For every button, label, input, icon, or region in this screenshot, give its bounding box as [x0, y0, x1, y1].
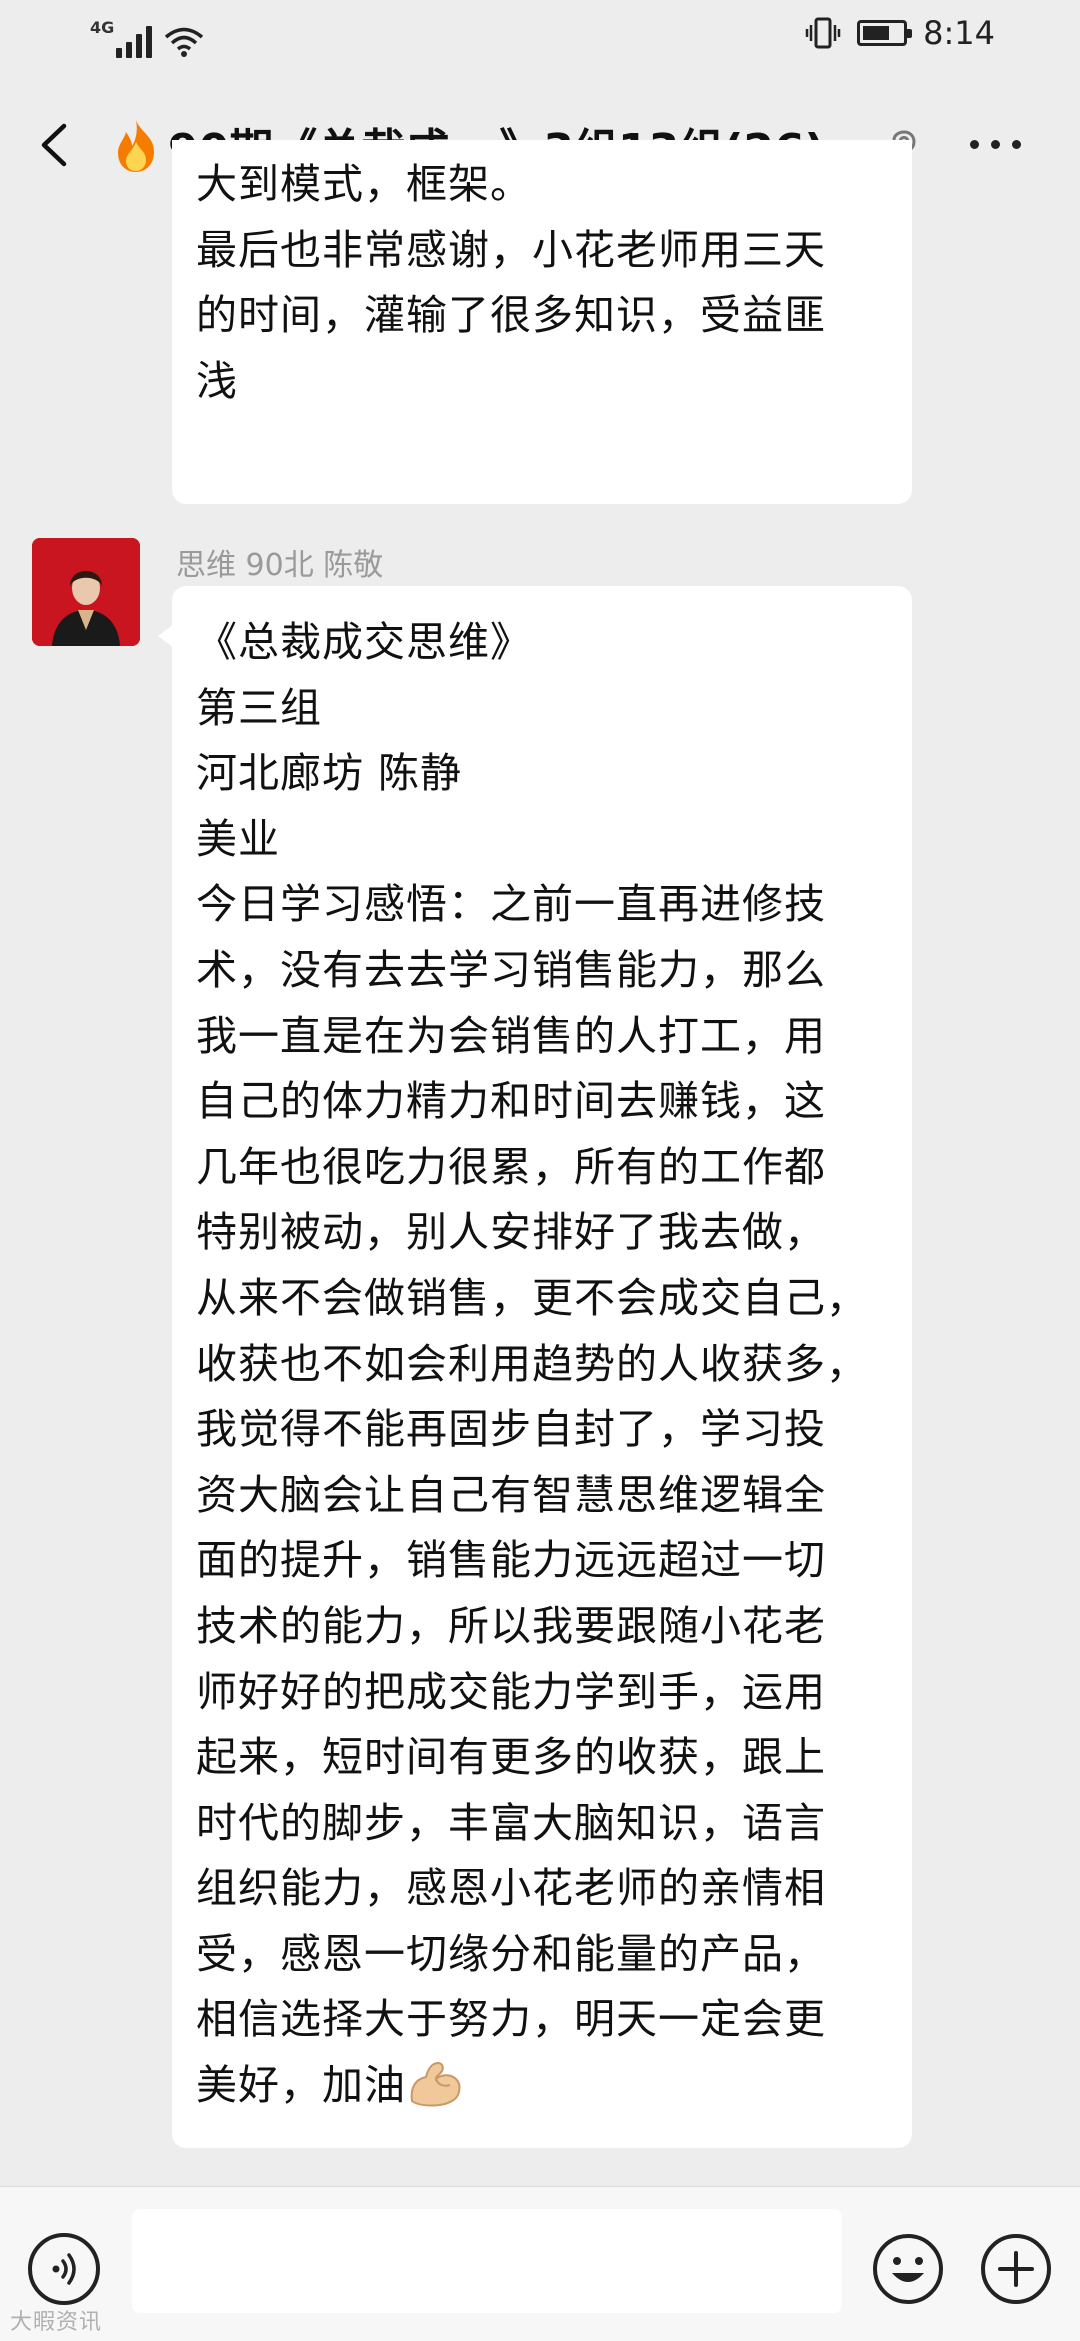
- status-right: 8:14: [805, 14, 995, 52]
- message-line: 的时间，灌输了很多知识，受益匪: [196, 291, 826, 340]
- message-line: 最后也非常感谢，小花老师用三天: [196, 225, 826, 274]
- message-line: 《总裁成交思维》: [196, 618, 532, 666]
- message-line: 受，感恩一切缘分和能量的产品，: [196, 1929, 826, 1978]
- message-line: 我觉得不能再固步自封了，学习投: [196, 1405, 826, 1454]
- flexed-biceps-emoji: [410, 2062, 461, 2107]
- wifi-icon: [165, 27, 204, 57]
- message-line: 术，没有去去学习销售能力，那么: [196, 945, 826, 994]
- message-line: 河北廊坊 陈静: [196, 749, 463, 798]
- message-line-text: 美好，加油: [196, 2061, 406, 2110]
- message-input[interactable]: [132, 2209, 842, 2313]
- message-line: 面的提升，销售能力远远超过一切: [196, 1536, 826, 1585]
- message-line: 自己的体力精力和时间去赚钱，这: [196, 1077, 826, 1126]
- sender-name: 思维 90北 陈敬: [176, 548, 384, 583]
- cell-signal-icon: [116, 24, 153, 58]
- message-line: 几年也很吃力很累，所有的工作都: [196, 1142, 826, 1191]
- vibrate-icon: [805, 17, 841, 49]
- avatar[interactable]: [32, 538, 140, 646]
- message-bubble[interactable]: 大到模式，框架。 最后也非常感谢，小花老师用三天 的时间，灌输了很多知识，受益匪…: [172, 140, 912, 504]
- back-arrow-icon[interactable]: [28, 118, 82, 172]
- message-line: 师好好的把成交能力学到手，运用: [196, 1667, 826, 1716]
- battery-icon: [857, 20, 913, 46]
- message-line: 起来，短时间有更多的收获，跟上: [196, 1733, 826, 1782]
- input-bar: [0, 2186, 1080, 2341]
- plus-icon[interactable]: [978, 2231, 1054, 2307]
- message-line: 从来不会做销售，更不会成交自己，: [196, 1273, 868, 1322]
- voice-icon[interactable]: [28, 2233, 100, 2305]
- more-icon[interactable]: [970, 132, 1040, 156]
- watermark: 大暇资讯: [10, 2310, 103, 2335]
- avatar-image: [32, 538, 140, 646]
- signal-area: 4G: [90, 20, 206, 58]
- emoji-icon[interactable]: [870, 2231, 946, 2307]
- message-line: 技术的能力，所以我要跟随小花老: [196, 1601, 826, 1650]
- fire-icon: [118, 120, 154, 172]
- message-bubble[interactable]: 《总裁成交思维》 第三组 河北廊坊 陈静 美业 今日学习感悟：之前一直再进修技 …: [158, 586, 912, 2148]
- message-line: 我一直是在为会销售的人打工，用: [196, 1011, 826, 1060]
- message-line: 组织能力，感恩小花老师的亲情相: [196, 1864, 826, 1913]
- message-line: 资大脑会让自己有智慧思维逻辑全: [196, 1470, 826, 1519]
- message-line: 时代的脚步，丰富大脑知识，语言: [196, 1798, 826, 1847]
- message-line: 大到模式，框架。: [196, 160, 532, 208]
- message-line: 浅: [196, 356, 238, 405]
- message-line: 特别被动，别人安排好了我去做，: [196, 1208, 826, 1257]
- clock: 8:14: [923, 14, 995, 52]
- message-line: 收获也不如会利用趋势的人收获多，: [196, 1339, 868, 1388]
- message-line: 美业: [196, 814, 280, 863]
- message-line: 今日学习感悟：之前一直再进修技: [196, 880, 826, 929]
- network-type: 4G: [90, 18, 115, 37]
- message-line: 第三组: [196, 683, 322, 732]
- message-line: 相信选择大于努力，明天一定会更: [196, 1995, 826, 2044]
- status-bar: 4G 8:14: [0, 0, 1080, 80]
- message-line: 美好，加油: [196, 2053, 888, 2119]
